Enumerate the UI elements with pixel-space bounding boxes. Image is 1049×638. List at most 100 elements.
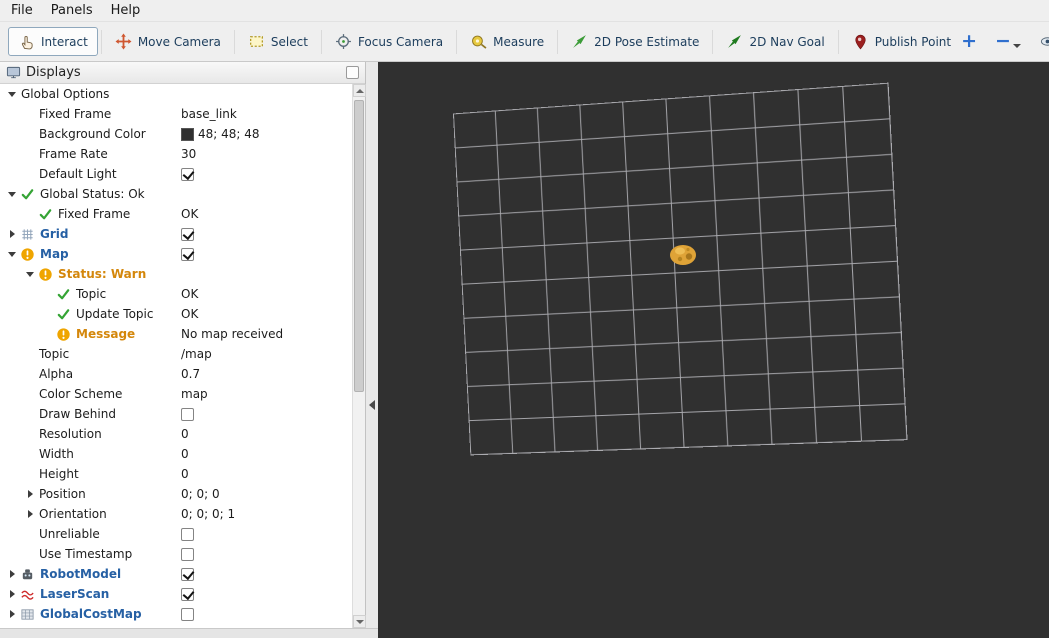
expander-open-icon[interactable] (6, 248, 19, 261)
tree-row-global-status-ok[interactable]: Global Status: Ok (0, 184, 352, 204)
checkbox[interactable] (181, 407, 194, 421)
property-value[interactable]: 48; 48; 48 (198, 127, 260, 141)
property-value[interactable]: base_link (181, 107, 237, 121)
tree-row-alpha[interactable]: Alpha 0.7 (0, 364, 352, 384)
displays-panel-header[interactable]: Displays (0, 62, 365, 84)
tree-row-unreliable[interactable]: Unreliable (0, 524, 352, 544)
property-value-cell[interactable] (178, 224, 352, 244)
tree-row-globalcostmap[interactable]: GlobalCostMap (0, 604, 352, 624)
panel-splitter[interactable] (366, 62, 378, 638)
expander-closed-icon[interactable] (6, 228, 19, 241)
property-value-cell[interactable]: 48; 48; 48 (178, 124, 352, 144)
property-value[interactable]: OK (181, 287, 198, 301)
checkbox[interactable] (181, 607, 194, 621)
tree-row-map[interactable]: Map (0, 244, 352, 264)
property-value-cell[interactable] (178, 264, 352, 284)
tree-row-resolution[interactable]: Resolution 0 (0, 424, 352, 444)
collapse-left-icon[interactable] (369, 400, 375, 410)
property-value[interactable]: OK (181, 207, 198, 221)
property-value-cell[interactable]: 0; 0; 0 (178, 484, 352, 504)
scrollbar-thumb[interactable] (354, 100, 364, 392)
tool-button-focus-camera[interactable]: Focus Camera (325, 27, 453, 56)
property-value[interactable]: OK (181, 307, 198, 321)
tool-button-measure[interactable]: Measure (460, 27, 554, 56)
property-value[interactable]: 0 (181, 427, 189, 441)
tree-row-status-warn[interactable]: Status: Warn (0, 264, 352, 284)
property-value-cell[interactable]: map (178, 384, 352, 404)
tool-button-2d-nav-goal[interactable]: 2D Nav Goal (716, 27, 834, 56)
tree-row-use-timestamp[interactable]: Use Timestamp (0, 544, 352, 564)
tool-button-move-camera[interactable]: Move Camera (105, 27, 231, 56)
tree-row-global-options[interactable]: Global Options (0, 84, 352, 104)
tree-row-position[interactable]: Position 0; 0; 0 (0, 484, 352, 504)
tool-button-interact[interactable]: Interact (8, 27, 98, 56)
panel-float-button[interactable] (346, 66, 359, 79)
tool-button-select[interactable]: Select (238, 27, 318, 56)
property-value[interactable]: map (181, 387, 208, 401)
property-value-cell[interactable]: No map received (178, 324, 352, 344)
property-value[interactable]: 30 (181, 147, 196, 161)
property-value[interactable]: /map (181, 347, 212, 361)
property-value[interactable]: 0; 0; 0 (181, 487, 220, 501)
property-value-cell[interactable] (178, 184, 352, 204)
tree-row-orientation[interactable]: Orientation 0; 0; 0; 1 (0, 504, 352, 524)
tree-row-frame-rate[interactable]: Frame Rate 30 (0, 144, 352, 164)
property-value-cell[interactable] (178, 244, 352, 264)
property-value-cell[interactable]: 0 (178, 444, 352, 464)
property-value-cell[interactable]: 0.7 (178, 364, 352, 384)
property-value-cell[interactable]: OK (178, 284, 352, 304)
tree-row-background-color[interactable]: Background Color 48; 48; 48 (0, 124, 352, 144)
tree-row-topic[interactable]: Topic /map (0, 344, 352, 364)
property-value-cell[interactable] (178, 404, 352, 424)
property-value[interactable]: 0 (181, 467, 189, 481)
tree-row-color-scheme[interactable]: Color Scheme map (0, 384, 352, 404)
property-value-cell[interactable] (178, 84, 352, 104)
property-value-cell[interactable] (178, 584, 352, 604)
expander-closed-icon[interactable] (6, 588, 19, 601)
tool-visibility-button[interactable] (1039, 34, 1049, 49)
checkbox[interactable] (181, 567, 194, 581)
property-value-cell[interactable] (178, 164, 352, 184)
tool-button-publish-point[interactable]: Publish Point (842, 27, 961, 56)
property-value-cell[interactable]: 0 (178, 424, 352, 444)
tree-row-topic[interactable]: Topic OK (0, 284, 352, 304)
tree-row-fixed-frame[interactable]: Fixed Frame OK (0, 204, 352, 224)
checkbox[interactable] (181, 167, 194, 181)
checkbox[interactable] (181, 227, 194, 241)
tree-row-laserscan[interactable]: LaserScan (0, 584, 352, 604)
tree-row-robotmodel[interactable]: RobotModel (0, 564, 352, 584)
checkbox[interactable] (181, 547, 194, 561)
checkbox[interactable] (181, 247, 194, 261)
scroll-up-button[interactable] (353, 84, 366, 97)
viewport[interactable] (378, 62, 1049, 638)
menu-item-panels[interactable]: Panels (42, 1, 102, 20)
expander-closed-icon[interactable] (6, 608, 19, 621)
tree-row-update-topic[interactable]: Update Topic OK (0, 304, 352, 324)
expander-open-icon[interactable] (6, 188, 19, 201)
remove-tool-button[interactable]: − (995, 32, 1021, 51)
checkbox[interactable] (181, 527, 194, 541)
expander-closed-icon[interactable] (24, 488, 37, 501)
expander-closed-icon[interactable] (6, 568, 19, 581)
property-value-cell[interactable]: OK (178, 204, 352, 224)
scroll-down-button[interactable] (353, 615, 366, 628)
property-value-cell[interactable]: 0; 0; 0; 1 (178, 504, 352, 524)
expander-open-icon[interactable] (24, 268, 37, 281)
tree-row-height[interactable]: Height 0 (0, 464, 352, 484)
checkbox[interactable] (181, 587, 194, 601)
property-value-cell[interactable]: 0 (178, 464, 352, 484)
tree-row-fixed-frame[interactable]: Fixed Frame base_link (0, 104, 352, 124)
property-value-cell[interactable]: base_link (178, 104, 352, 124)
property-value-cell[interactable] (178, 564, 352, 584)
tree-row-message[interactable]: Message No map received (0, 324, 352, 344)
tree-row-default-light[interactable]: Default Light (0, 164, 352, 184)
menu-item-file[interactable]: File (2, 1, 42, 20)
tool-button-2d-pose-estimate[interactable]: 2D Pose Estimate (561, 27, 709, 56)
tree-row-grid[interactable]: Grid (0, 224, 352, 244)
property-value[interactable]: 0; 0; 0; 1 (181, 507, 235, 521)
menu-item-help[interactable]: Help (102, 1, 150, 20)
property-value-cell[interactable]: /map (178, 344, 352, 364)
property-value-cell[interactable] (178, 524, 352, 544)
tree-row-draw-behind[interactable]: Draw Behind (0, 404, 352, 424)
tree-row-width[interactable]: Width 0 (0, 444, 352, 464)
